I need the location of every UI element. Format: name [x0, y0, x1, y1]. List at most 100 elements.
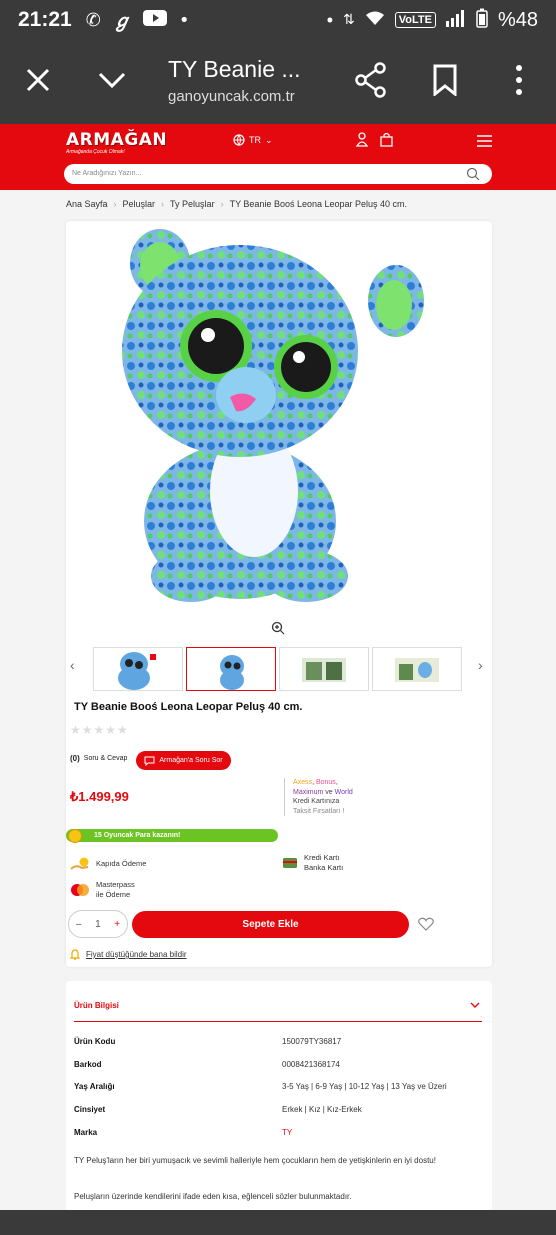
battery-level: %48: [497, 8, 538, 31]
price-alert-link[interactable]: Fiyat düştüğünde bana bildir: [70, 949, 187, 960]
page-title: TY Beanie ...: [168, 56, 301, 82]
signal-icon: [445, 9, 466, 32]
masterpass-icon: [71, 884, 89, 896]
payment-debit-label: Banka Kartı: [304, 863, 344, 872]
rating-stars: ★★★★★: [70, 723, 129, 737]
qty-value[interactable]: 1: [95, 919, 101, 930]
shopping-bag-icon[interactable]: [380, 132, 393, 147]
info-value: 150079TY36817: [282, 1037, 342, 1046]
info-value: 0008421368174: [282, 1060, 340, 1069]
breadcrumb-subcategory[interactable]: Ty Peluşlar: [170, 199, 215, 209]
breadcrumb-category[interactable]: Peluşlar: [123, 199, 156, 209]
qa-label: Soru & Cevap: [83, 755, 128, 762]
wifi-icon: [365, 10, 385, 31]
data-arrows-icon: ⇅: [343, 12, 355, 28]
chevron-down-icon[interactable]: [470, 1001, 480, 1009]
brand-link[interactable]: TY: [282, 1128, 292, 1137]
zoom-icon[interactable]: [271, 621, 285, 635]
dot-icon: •: [326, 9, 334, 30]
product-image[interactable]: [66, 221, 492, 621]
payment-door: Kapıda Ödeme: [70, 857, 146, 871]
site-logo[interactable]: ARMAĞAN Armağanda Çocuk Olmak!: [66, 130, 168, 156]
maximum-label: Maximum: [293, 788, 324, 796]
globe-icon: [233, 134, 245, 146]
masterpass-sub-label: ile Ödeme: [96, 890, 131, 899]
thumbnail-2[interactable]: [186, 647, 276, 691]
masterpass-label: Masterpass: [96, 880, 135, 889]
product-price: ₺1.499,99: [70, 789, 129, 804]
chevron-down-icon[interactable]: [96, 64, 128, 96]
youtube-icon: [142, 9, 167, 32]
description-paragraph: Peluşların üzerinde kendilerini ifade ed…: [74, 1192, 352, 1201]
cash-hand-icon: [70, 857, 89, 870]
qa-link[interactable]: (0) Soru & Cevap: [70, 754, 127, 763]
payment-masterpass: Masterpass ile Ödeme: [70, 880, 135, 900]
heart-icon[interactable]: [418, 917, 434, 931]
status-time: 21:21: [18, 8, 72, 31]
search-input[interactable]: Ne Aradığınızı Yazın...: [64, 164, 492, 184]
hamburger-menu-icon[interactable]: [477, 135, 492, 147]
breadcrumb: Ana Sayfa › Peluşlar › Ty Peluşlar › TY …: [66, 199, 407, 209]
thumbnail-gallery: ‹ ›: [66, 645, 492, 695]
ask-question-button[interactable]: Armağan'a Soru Sor: [136, 751, 231, 770]
language-selector[interactable]: TR ⌄: [233, 134, 273, 146]
product-card: ‹ › TY Beanie Booś Leona Leopar Peluş 40…: [66, 221, 492, 967]
chat-bubble-icon: [144, 756, 155, 766]
credit-card-icon: [283, 858, 297, 868]
whatsapp-icon: ✆: [85, 9, 101, 31]
more-menu-icon[interactable]: [509, 64, 529, 96]
coin-icon: [68, 829, 82, 843]
world-label: World: [334, 788, 353, 796]
product-info-heading[interactable]: Ürün Bilgisi: [74, 1001, 119, 1010]
chevron-right-icon[interactable]: ›: [478, 657, 483, 673]
chevron-down-icon: ⌄: [265, 134, 273, 145]
qty-minus-button[interactable]: –: [76, 919, 82, 930]
battery-icon: [476, 8, 488, 33]
page-url: ganoyuncak.com.tr: [168, 88, 295, 105]
info-value: Erkek | Kız | Kız-Erkek: [282, 1105, 362, 1114]
bonus-label: Bonus: [315, 779, 336, 786]
search-placeholder: Ne Aradığınızı Yazın...: [72, 170, 142, 177]
info-key: Cinsiyet: [74, 1105, 106, 1114]
breadcrumb-separator: ›: [220, 199, 224, 209]
qty-plus-button[interactable]: +: [114, 919, 120, 930]
breadcrumb-separator: ›: [113, 199, 117, 209]
promo-text: 15 Oyuncak Para kazanın!: [94, 832, 181, 839]
app-g-icon: ℊ: [112, 11, 131, 32]
payment-cards: Kredi Kartı Banka Kartı: [282, 853, 343, 873]
logo-text: ARMAĞAN: [66, 130, 168, 150]
installment-line3: Taksit Fırsatları !: [293, 807, 345, 815]
close-icon[interactable]: [22, 64, 54, 96]
divider: [74, 1021, 482, 1022]
axess-label: Axess: [293, 779, 313, 786]
info-key: Yaş Aralığı: [74, 1082, 115, 1091]
thumbnail-4[interactable]: [372, 647, 462, 691]
bookmark-icon[interactable]: [432, 64, 458, 96]
description-paragraph: TY Peluş'ların her biri yumuşacık ve sev…: [74, 1156, 436, 1165]
chevron-left-icon[interactable]: ‹: [70, 657, 75, 673]
site-header: ARMAĞAN Armağanda Çocuk Olmak! TR ⌄ Ne A…: [0, 124, 556, 190]
ask-question-label: Armağan'a Soru Sor: [159, 757, 223, 764]
quantity-stepper[interactable]: – 1 +: [68, 910, 128, 938]
installment-info: Axess, Bonus, Maximum ve World Kredi Kar…: [284, 778, 353, 816]
info-key: Ürün Kodu: [74, 1037, 116, 1046]
promo-banner: 15 Oyuncak Para kazanın!: [66, 829, 278, 843]
share-icon[interactable]: [354, 62, 388, 98]
price-alert-label: Fiyat düştüğünde bana bildir: [86, 950, 187, 959]
browser-toolbar: TY Beanie ... ganoyuncak.com.tr: [0, 40, 556, 124]
ve-label: ve: [325, 788, 333, 796]
info-key: Marka: [74, 1128, 98, 1137]
add-to-cart-button[interactable]: Sepete Ekle: [132, 911, 409, 938]
thumbnail-3[interactable]: [279, 647, 369, 691]
dot-icon: •: [178, 9, 190, 31]
info-value: 3-5 Yaş | 6-9 Yaş | 10-12 Yaş | 13 Yaş v…: [282, 1082, 447, 1091]
breadcrumb-home[interactable]: Ana Sayfa: [66, 199, 108, 209]
user-icon[interactable]: [356, 132, 368, 147]
bell-icon: [70, 949, 80, 960]
product-info-section: Ürün Bilgisi Ürün Kodu 150079TY36817 Bar…: [66, 981, 492, 1211]
breadcrumb-current: TY Beanie Booś Leona Leopar Peluş 40 cm.: [229, 199, 408, 209]
thumbnail-1[interactable]: [93, 647, 183, 691]
installment-line2: Kredi Kartınıza: [293, 798, 340, 805]
qa-count: (0): [70, 754, 80, 763]
search-icon[interactable]: [466, 167, 480, 181]
